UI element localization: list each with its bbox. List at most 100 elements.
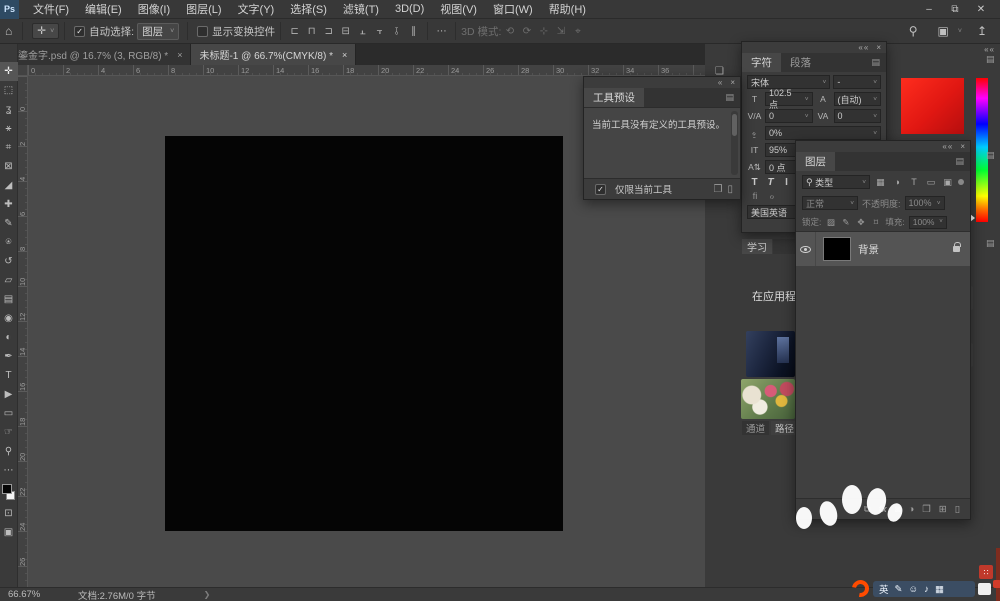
panel-menu-icon[interactable]: ▤ [986, 150, 995, 161]
ime-keyboard-icon[interactable]: ▦ [935, 584, 944, 595]
new-preset-icon[interactable]: ❒ [714, 184, 723, 195]
filter-pixel-layers-icon[interactable]: ▦ [874, 177, 887, 188]
quick-mask-button[interactable]: ⊡ [0, 504, 18, 523]
type-tool[interactable]: T [0, 366, 18, 385]
ruler-origin-corner[interactable] [18, 65, 28, 76]
lock-artboard-icon[interactable]: ⌑ [870, 217, 881, 228]
color-swatches[interactable] [0, 482, 18, 504]
layer-thumbnail[interactable] [823, 237, 851, 261]
close-icon[interactable]: × [177, 50, 182, 60]
all-caps-button[interactable]: I [779, 177, 794, 188]
history-brush-tool[interactable]: ↺ [0, 252, 18, 271]
panel-menu-icon[interactable]: ▤ [955, 156, 964, 167]
close-icon[interactable]: × [876, 43, 881, 52]
scrollbar[interactable] [731, 111, 738, 175]
tab-paragraph[interactable]: 段落 [781, 53, 820, 72]
current-tool-only-checkbox[interactable]: ✓ [595, 184, 606, 195]
path-selection-tool[interactable]: ▶ [0, 385, 18, 404]
new-group-icon[interactable]: ❒ [922, 504, 931, 515]
new-layer-icon[interactable]: ⊞ [939, 504, 947, 515]
ime-handwriting-icon[interactable]: ✎ [895, 584, 903, 595]
panel-menu-icon[interactable]: ▤ [725, 92, 734, 103]
menu-item[interactable]: 图像(I) [130, 0, 178, 19]
quick-selection-tool[interactable]: ⚹ [0, 119, 18, 138]
ime-logo-icon[interactable] [849, 577, 873, 601]
delete-layer-icon[interactable]: ▯ [955, 504, 960, 515]
filter-type-layers-icon[interactable]: T [908, 177, 921, 187]
blend-mode-dropdown[interactable]: 正常 [802, 196, 858, 210]
align-middle-icon[interactable]: ⊟ [337, 26, 354, 37]
align-center-h-icon[interactable]: ⊓ [303, 26, 320, 37]
collapse-panel-icon[interactable]: «« [984, 45, 995, 54]
blur-tool[interactable]: ◉ [0, 309, 18, 328]
edit-toolbar-icon[interactable]: ⋯ [0, 461, 18, 480]
clone-stamp-tool[interactable]: ⍟ [0, 233, 18, 252]
screen-mode-button[interactable]: ▣ [0, 523, 18, 542]
menu-item[interactable]: 视图(V) [432, 0, 485, 19]
document-tab-1[interactable]: 鎏金字.psd @ 16.7% (3, RGB/8) * × [10, 44, 191, 65]
lock-transparent-pixels-icon[interactable]: ▨ [825, 217, 836, 228]
search-icon[interactable]: ⚲ [904, 24, 923, 38]
healing-brush-tool[interactable]: ✚ [0, 195, 18, 214]
brush-tool[interactable]: ✎ [0, 214, 18, 233]
close-icon[interactable]: × [960, 142, 965, 151]
ime-voice-icon[interactable]: ♪ [924, 584, 929, 595]
gradient-tool[interactable]: ▤ [0, 290, 18, 309]
close-icon[interactable]: × [730, 78, 735, 87]
taskbar-app-icon[interactable]: ∷ [979, 565, 993, 579]
color-saturation-box[interactable] [901, 78, 964, 134]
filter-toggle-icon[interactable] [958, 179, 964, 185]
lock-position-icon[interactable]: ✥ [855, 217, 866, 228]
collapse-panel-icon[interactable]: «« [858, 43, 869, 52]
zoom-tool[interactable]: ⚲ [0, 442, 18, 461]
leading-field[interactable]: (自动) [834, 92, 882, 106]
move-tool[interactable]: ✛ [0, 62, 18, 81]
tracking-field[interactable]: 0 [834, 109, 882, 123]
marquee-tool[interactable]: ⬚ [0, 81, 18, 100]
tutorial-thumbnail-1[interactable] [746, 331, 795, 377]
menu-item[interactable]: 滤镜(T) [335, 0, 387, 19]
menu-item[interactable]: 选择(S) [282, 0, 335, 19]
layer-effects-icon[interactable]: fx [879, 504, 887, 514]
auto-select-checkbox[interactable]: ✓ [74, 26, 85, 37]
share-icon[interactable]: ↥ [972, 24, 992, 38]
more-options-icon[interactable]: ⋯ [433, 26, 450, 37]
ligatures-button[interactable]: fi [747, 191, 763, 202]
foreground-color-swatch[interactable] [2, 484, 12, 494]
panel-menu-icon[interactable]: ▤ [986, 238, 995, 249]
tutorial-thumbnail-2[interactable] [741, 379, 795, 419]
visibility-toggle[interactable] [796, 232, 816, 266]
align-right-icon[interactable]: ⊐ [320, 26, 337, 37]
home-icon[interactable]: ⌂ [0, 24, 17, 38]
collapse-panel-icon[interactable]: « [718, 78, 723, 87]
eyedropper-tool[interactable]: ◢ [0, 176, 18, 195]
rectangle-tool[interactable]: ▭ [0, 404, 18, 423]
frame-tool[interactable]: ⊠ [0, 157, 18, 176]
adjustment-layer-icon[interactable]: ◑ [909, 504, 915, 515]
document-tab-2[interactable]: 未标题-1 @ 66.7%(CMYK/8) * × [191, 44, 356, 65]
font-style-dropdown[interactable]: - [833, 75, 881, 89]
lasso-tool[interactable]: ʓ [0, 100, 18, 119]
zoom-level-field[interactable]: 66.67% [8, 589, 60, 600]
menu-item[interactable]: 文件(F) [25, 0, 77, 19]
hand-tool[interactable]: ☞ [0, 423, 18, 442]
layer-row-background[interactable]: 背景 [796, 232, 970, 266]
tab-paths[interactable]: 路径 [771, 421, 798, 435]
tab-channels[interactable]: 通道 [742, 421, 769, 435]
trash-icon[interactable]: ▯ [727, 184, 733, 195]
distribute-bottom-icon[interactable]: ⫱ [388, 26, 405, 37]
filter-shape-layers-icon[interactable]: ▭ [924, 177, 937, 188]
menu-item[interactable]: 图层(L) [178, 0, 229, 19]
lock-image-pixels-icon[interactable]: ✎ [840, 217, 851, 228]
swash-button[interactable]: ℴ [764, 191, 780, 202]
tab-learn[interactable]: 学习 [742, 239, 772, 254]
tab-hidden[interactable] [773, 239, 795, 254]
collapse-panel-icon[interactable]: «« [942, 142, 953, 151]
tab-tool-presets[interactable]: 工具预设 [584, 88, 644, 107]
distribute-horizontal-icon[interactable]: ∥ [405, 26, 422, 37]
distribute-top-icon[interactable]: ⫠ [354, 26, 371, 37]
layer-filter-dropdown[interactable]: ⚲ 类型 [802, 175, 870, 189]
ime-mode-english[interactable]: 英 [879, 582, 889, 596]
align-left-icon[interactable]: ⊏ [286, 26, 303, 37]
ime-skin-tag[interactable] [978, 583, 991, 595]
